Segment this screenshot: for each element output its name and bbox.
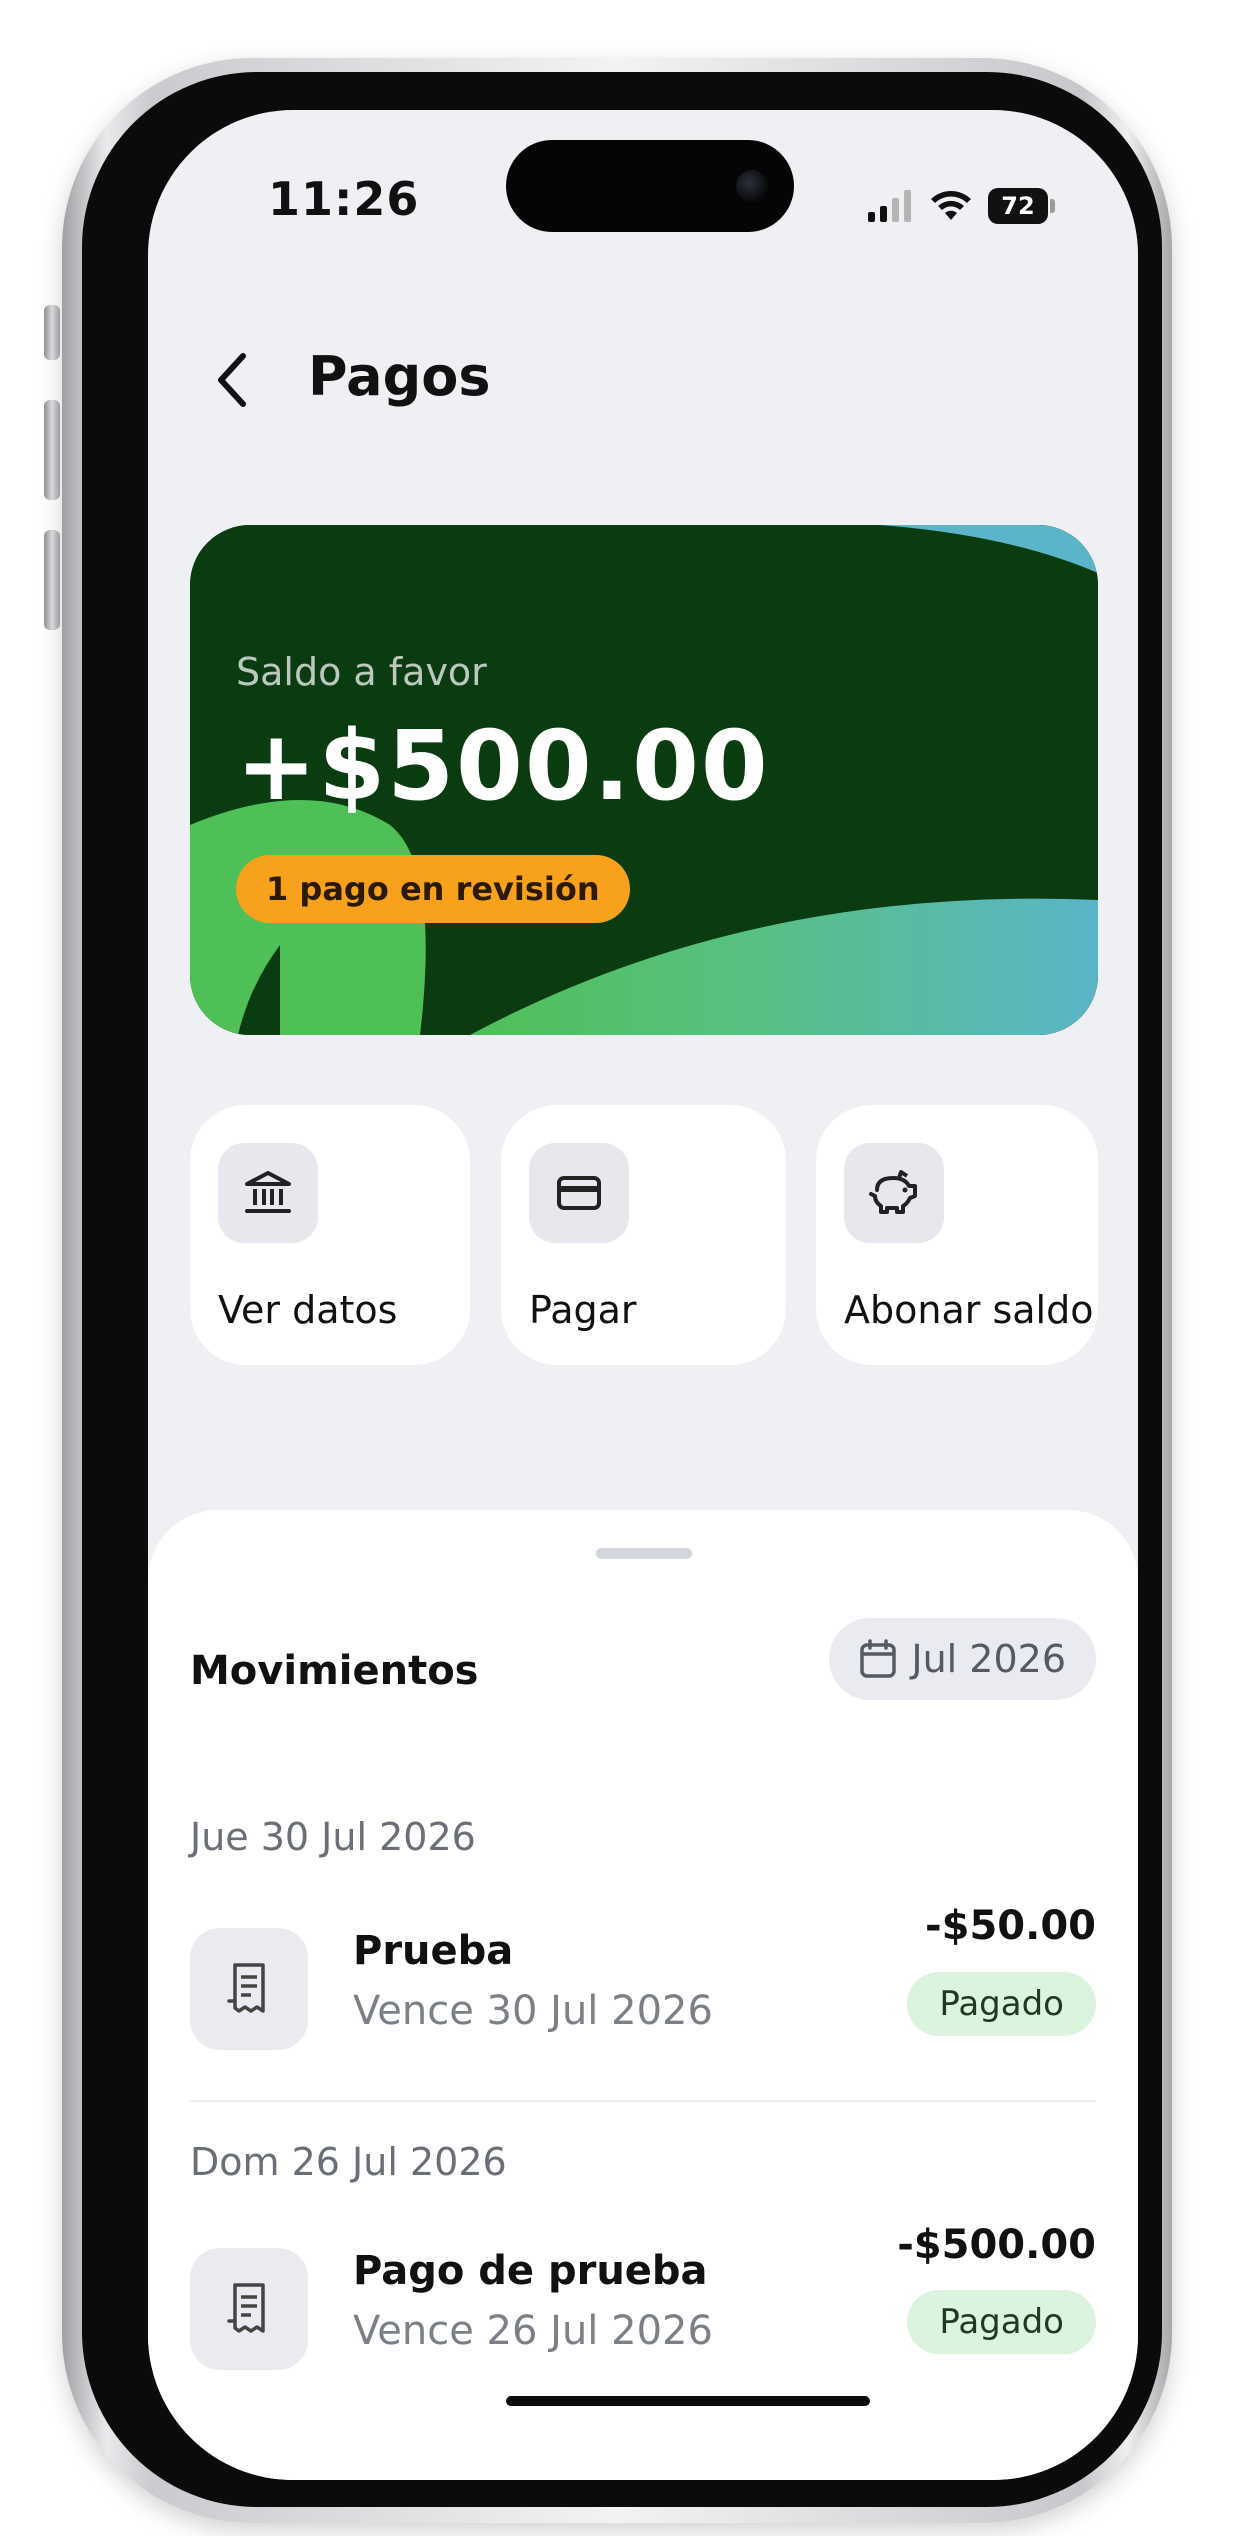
screen: 11:26 72 Pagos Saldo a favor +$500.00 1 …	[148, 110, 1138, 2480]
status-badge: Pagado	[907, 2290, 1096, 2354]
back-button[interactable]	[198, 340, 268, 420]
divider	[190, 2100, 1096, 2102]
volume-up-button	[44, 400, 60, 500]
calendar-icon	[860, 1639, 897, 1678]
home-indicator[interactable]	[506, 2396, 870, 2406]
movements-sheet: Movimientos Jul 2026 Jue 30 Jul 2026 Pru…	[148, 1510, 1138, 2480]
movement-amount: -$500.00	[897, 2222, 1096, 2268]
sheet-drag-handle[interactable]	[596, 1548, 692, 1559]
credit-card-icon	[557, 1176, 601, 1210]
movement-due-date: Vence 26 Jul 2026	[353, 2308, 713, 2354]
chevron-left-icon	[218, 353, 246, 407]
pending-review-badge[interactable]: 1 pago en revisión	[236, 855, 630, 923]
wifi-icon	[931, 191, 971, 220]
movement-icon-box	[190, 1928, 308, 2050]
bank-icon	[245, 1171, 291, 1213]
balance-card: Saldo a favor +$500.00 1 pago en revisió…	[190, 525, 1098, 1035]
battery-level: 72	[1001, 192, 1035, 220]
cellular-signal-icon	[868, 190, 911, 222]
battery-icon: 72	[988, 188, 1055, 224]
date-header: Dom 26 Jul 2026	[190, 2140, 507, 2184]
status-badge: Pagado	[907, 1972, 1096, 2036]
pay-button[interactable]: Pagar	[501, 1105, 786, 1365]
receipt-icon	[227, 1963, 265, 2013]
view-details-button[interactable]: Ver datos	[190, 1105, 470, 1365]
receipt-icon	[227, 2283, 265, 2333]
piggy-bank-icon	[869, 1170, 917, 1214]
status-icons: 72	[868, 188, 1055, 224]
action-icon-box	[844, 1143, 944, 1243]
action-icon-box	[529, 1143, 629, 1243]
add-balance-button[interactable]: Abonar saldo	[816, 1105, 1098, 1365]
action-label: Ver datos	[218, 1288, 398, 1332]
movement-due-date: Vence 30 Jul 2026	[353, 1988, 713, 2034]
movements-title: Movimientos	[190, 1648, 479, 1694]
status-time: 11:26	[268, 172, 420, 226]
movement-amount: -$50.00	[925, 1903, 1096, 1949]
movement-name: Prueba	[353, 1928, 514, 1974]
action-button	[44, 305, 60, 360]
date-header: Jue 30 Jul 2026	[190, 1815, 476, 1859]
volume-down-button	[44, 530, 60, 630]
movement-name: Pago de prueba	[353, 2248, 708, 2294]
month-filter-label: Jul 2026	[911, 1637, 1066, 1681]
action-label: Pagar	[529, 1288, 637, 1332]
balance-amount: +$500.00	[236, 710, 770, 822]
camera-icon	[736, 170, 768, 202]
page-title: Pagos	[308, 345, 491, 408]
dynamic-island	[506, 140, 794, 232]
balance-label: Saldo a favor	[236, 650, 487, 694]
month-filter-button[interactable]: Jul 2026	[829, 1618, 1096, 1700]
action-label: Abonar saldo	[844, 1288, 1094, 1332]
action-icon-box	[218, 1143, 318, 1243]
movement-icon-box	[190, 2248, 308, 2370]
